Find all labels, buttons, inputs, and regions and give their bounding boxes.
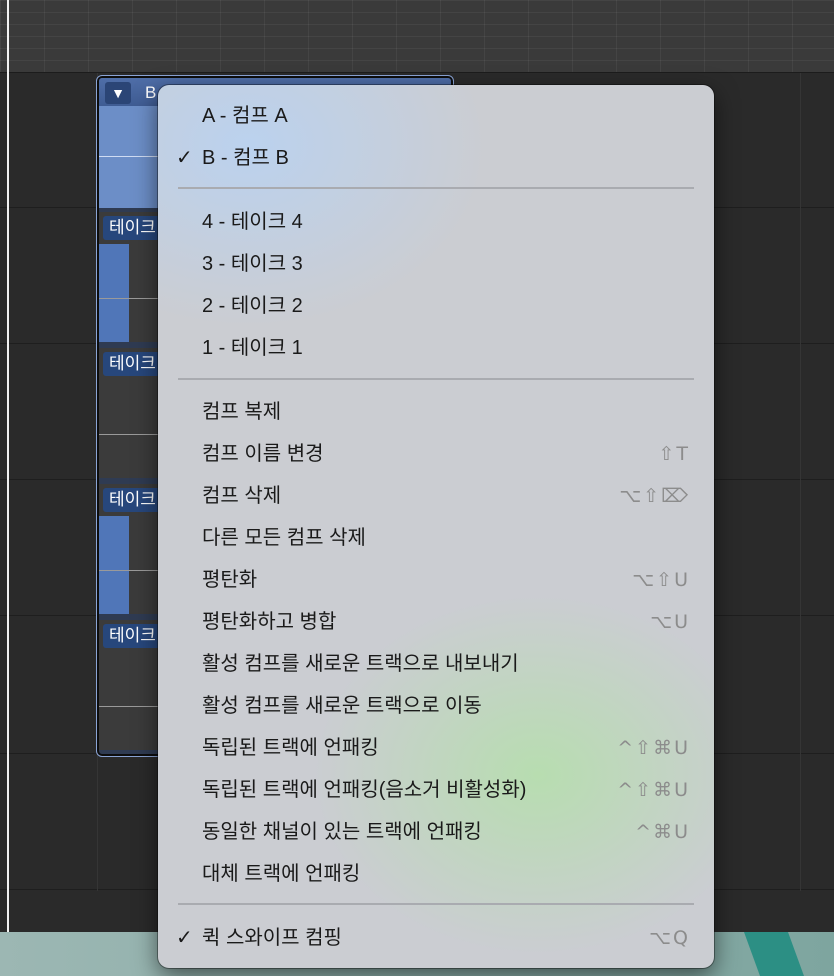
take-region-fill (99, 244, 129, 342)
menu-item-label: 평탄화하고 병합 (202, 611, 337, 633)
menu-separator (178, 378, 694, 380)
menu-item-label: 독립된 트랙에 언패킹 (202, 737, 379, 759)
menu-item-label: 평탄화 (202, 569, 258, 591)
keyboard-shortcut: ⇧T (658, 443, 690, 465)
menu-item-unpack-new-tracks[interactable]: 독립된 트랙에 언패킹 ^⇧⌘U (158, 727, 714, 769)
checkmark-icon: ✓ (176, 927, 193, 949)
menu-item-take-2[interactable]: 2 - 테이크 2 (158, 285, 714, 327)
menu-item-comp-b[interactable]: ✓ B - 컴프 B (158, 137, 714, 179)
take-label: 테이크 (103, 488, 162, 512)
take-label: 테이크 (103, 352, 162, 376)
menu-item-label: 동일한 채널이 있는 트랙에 언패킹 (202, 821, 482, 843)
menu-item-label: 활성 컴프를 새로운 트랙으로 내보내기 (202, 653, 519, 675)
checkmark-icon: ✓ (176, 147, 193, 169)
keyboard-shortcut: ⌥⇧⌦ (619, 485, 690, 507)
menu-item-take-1[interactable]: 1 - 테이크 1 (158, 327, 714, 369)
playhead[interactable] (7, 0, 9, 932)
menu-item-comp-a[interactable]: A - 컴프 A (158, 95, 714, 137)
menu-item-flatten-and-merge[interactable]: 평탄화하고 병합 ⌥U (158, 601, 714, 643)
menu-item-label: 컴프 삭제 (202, 485, 282, 507)
menu-item-move-active-comp[interactable]: 활성 컴프를 새로운 트랙으로 이동 (158, 685, 714, 727)
menu-item-export-active-comp[interactable]: 활성 컴프를 새로운 트랙으로 내보내기 (158, 643, 714, 685)
disclosure-triangle-icon[interactable]: ▼ (105, 82, 131, 104)
menu-item-label: 2 - 테이크 2 (202, 295, 303, 317)
menu-separator (178, 187, 694, 189)
menu-item-label: 대체 트랙에 언패킹 (202, 863, 361, 885)
keyboard-shortcut: ^⇧⌘U (617, 779, 690, 801)
menu-item-label: 1 - 테이크 1 (202, 337, 303, 359)
keyboard-shortcut: ^⇧⌘U (617, 737, 690, 759)
take-region-fill (99, 516, 129, 614)
take-folder-context-menu: A - 컴프 A ✓ B - 컴프 B 4 - 테이크 4 3 - 테이크 3 … (158, 85, 714, 968)
menu-item-label: 활성 컴프를 새로운 트랙으로 이동 (202, 695, 482, 717)
menu-item-label: B - 컴프 B (202, 147, 289, 169)
menu-item-label: 3 - 테이크 3 (202, 253, 303, 275)
menu-item-take-4[interactable]: 4 - 테이크 4 (158, 201, 714, 243)
take-folder-name: B (145, 83, 157, 102)
take-label: 테이크 (103, 624, 162, 648)
keyboard-shortcut: ⌥U (650, 611, 690, 633)
menu-item-label: 컴프 복제 (202, 401, 282, 423)
menu-item-label: A - 컴프 A (202, 105, 288, 127)
menu-item-quick-swipe-comping[interactable]: ✓ 퀵 스와이프 컴핑 ⌥Q (158, 917, 714, 959)
menu-item-duplicate-comp[interactable]: 컴프 복제 (158, 391, 714, 433)
menu-item-delete-all-other-comps[interactable]: 다른 모든 컴프 삭제 (158, 517, 714, 559)
keyboard-shortcut: ⌥Q (649, 927, 690, 949)
menu-item-unpack-alternatives[interactable]: 대체 트랙에 언패킹 (158, 853, 714, 895)
menu-item-unpack-same-channel[interactable]: 동일한 채널이 있는 트랙에 언패킹 ^⌘U (158, 811, 714, 853)
keyboard-shortcut: ^⌘U (635, 821, 690, 843)
menu-item-label: 퀵 스와이프 컴핑 (202, 927, 342, 949)
menu-item-label: 컴프 이름 변경 (202, 443, 324, 465)
menu-item-label: 독립된 트랙에 언패킹(음소거 비활성화) (202, 779, 527, 801)
timeline-ruler[interactable] (0, 0, 834, 73)
menu-item-unpack-new-tracks-unmuted[interactable]: 독립된 트랙에 언패킹(음소거 비활성화) ^⇧⌘U (158, 769, 714, 811)
take-label: 테이크 (103, 216, 162, 240)
menu-item-label: 4 - 테이크 4 (202, 211, 303, 233)
menu-item-flatten[interactable]: 평탄화 ⌥⇧U (158, 559, 714, 601)
menu-item-rename-comp[interactable]: 컴프 이름 변경 ⇧T (158, 433, 714, 475)
menu-item-take-3[interactable]: 3 - 테이크 3 (158, 243, 714, 285)
grid-line (800, 73, 801, 891)
menu-item-label: 다른 모든 컴프 삭제 (202, 527, 366, 549)
menu-item-delete-comp[interactable]: 컴프 삭제 ⌥⇧⌦ (158, 475, 714, 517)
keyboard-shortcut: ⌥⇧U (632, 569, 690, 591)
menu-separator (178, 903, 694, 905)
